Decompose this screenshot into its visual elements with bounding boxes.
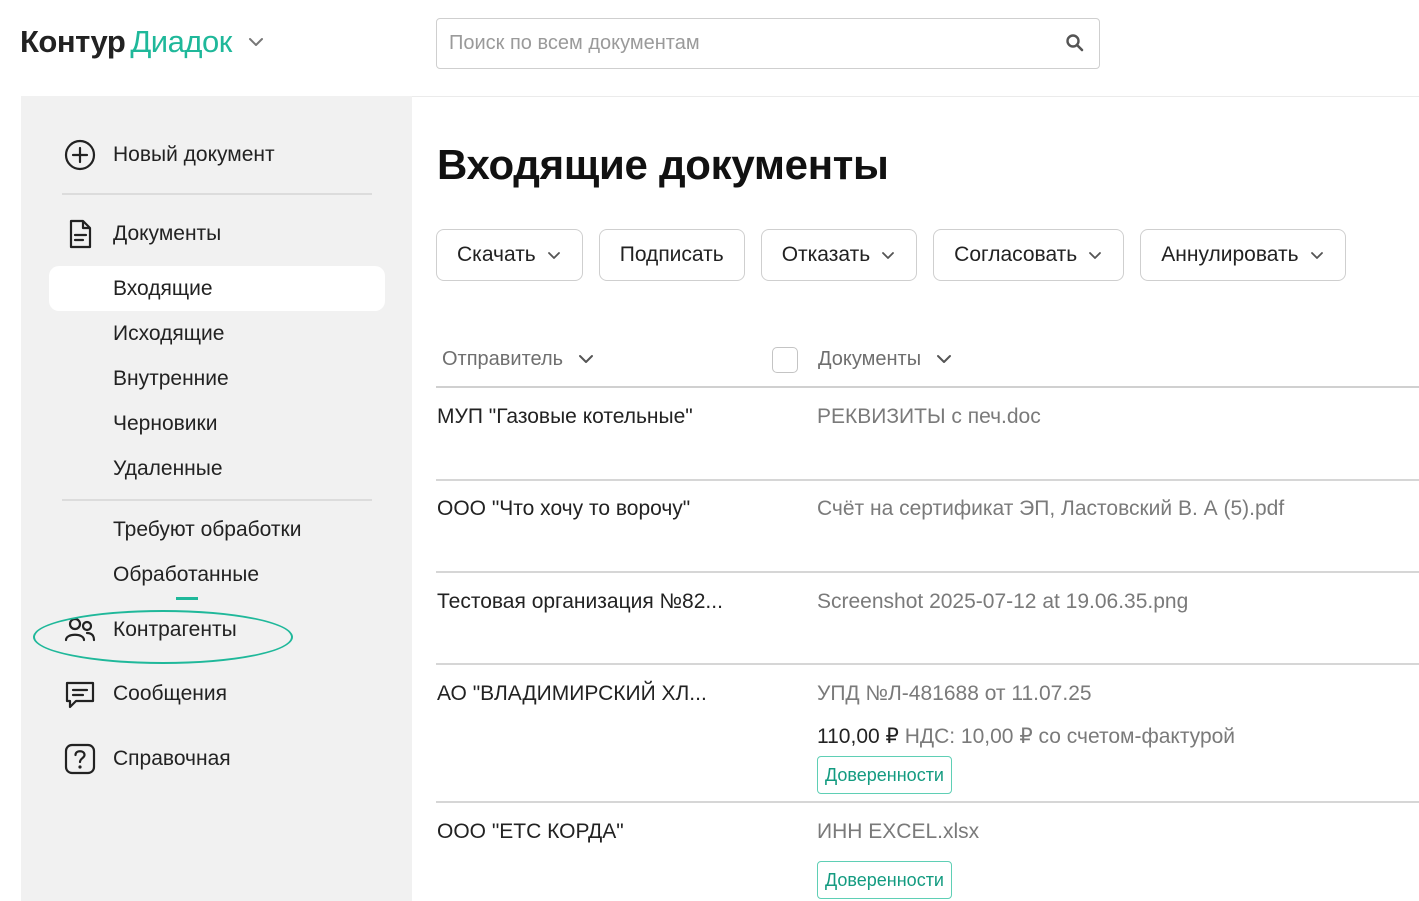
row-document-name[interactable]: Screenshot 2025-07-12 at 19.06.35.png [817,590,1188,614]
row-sender: ООО "ЕТС КОРДА" [437,820,624,843]
new-document-label: Новый документ [113,143,275,166]
internal-label: Внутренние [113,366,229,390]
row-sender: ООО "Что хочу то ворочу" [437,497,691,520]
row-vat: НДС: 10,00 ₽ со счетом-фактурой [898,725,1236,748]
sidebar-item-counterparties[interactable]: Контрагенты [21,607,412,653]
search-input[interactable] [449,19,1049,67]
refuse-label: Отказать [781,243,871,266]
sidebar-item-documents[interactable]: Документы [21,211,412,257]
sidebar-item-help[interactable]: Справочная [21,736,412,782]
sidebar-item-drafts[interactable]: Черновики [49,401,385,446]
row-sender: АО "ВЛАДИМИРСКИЙ ХЛ... [437,682,707,705]
power-of-attorney-badge[interactable]: Доверенности [817,861,952,899]
counterparties-label: Контрагенты [113,618,237,641]
sidebar-item-processed[interactable]: Обработанные [49,552,385,597]
app-logo[interactable]: Контур Диадок [20,24,266,60]
new-document-button[interactable]: Новый документ [21,132,412,178]
logo-product: Диадок [130,24,232,59]
logo-brand: Контур [20,24,126,59]
users-icon [63,613,97,647]
chevron-down-icon [547,252,560,259]
sidebar-item-internal[interactable]: Внутренние [49,356,385,401]
row-document-name[interactable]: УПД №Л-481688 от 11.07.25 [817,682,1092,706]
row-amount: 110,00 ₽ [817,725,899,748]
drafts-label: Черновики [113,411,218,435]
incoming-label: Входящие [113,276,213,300]
search-box [436,18,1100,69]
row-divider [436,801,1419,803]
plus-circle-icon [63,138,97,172]
annul-button[interactable]: Аннулировать [1140,229,1346,281]
main-content: Входящие документы Скачать Подписать Отк… [412,96,1419,901]
chevron-down-icon[interactable] [246,32,266,52]
sidebar-item-deleted[interactable]: Удаленные [49,446,385,491]
requires-processing-label: Требуют обработки [113,517,302,541]
power-of-attorney-badge[interactable]: Доверенности [817,756,952,794]
row-sender: Тестовая организация №82... [437,590,723,613]
search-icon[interactable] [1065,33,1085,53]
sender-column-header[interactable]: Отправитель [442,342,595,376]
message-icon [63,677,97,711]
action-toolbar: Скачать Подписать Отказать Согласовать А… [436,229,1346,281]
highlight-annotation-stroke [176,597,198,600]
app-header: Контур Диадок [0,0,1419,96]
sidebar-item-outgoing[interactable]: Исходящие [49,311,385,356]
messages-label: Сообщения [113,682,227,705]
sign-button[interactable]: Подписать [598,229,745,281]
processed-label: Обработанные [113,562,259,586]
select-all-checkbox[interactable] [772,347,798,373]
download-button[interactable]: Скачать [436,229,583,281]
row-divider [436,571,1419,573]
sidebar-item-incoming[interactable]: Входящие [49,266,385,311]
row-document-name[interactable]: Счёт на сертификат ЭП, Ластовский В. А (… [817,497,1284,521]
chevron-down-icon [1089,252,1102,259]
sidebar-divider [62,193,372,195]
deleted-label: Удаленные [113,456,223,480]
sidebar-divider [62,499,372,501]
help-icon [63,742,97,776]
row-document-name[interactable]: РЕКВИЗИТЫ с печ.doc [817,405,1041,429]
sender-column-label: Отправитель [442,347,564,370]
annul-label: Аннулировать [1161,243,1299,266]
sidebar-item-requires-processing[interactable]: Требуют обработки [49,507,385,552]
download-label: Скачать [457,243,536,266]
approve-button[interactable]: Согласовать [933,229,1125,281]
approve-label: Согласовать [954,243,1078,266]
page-title: Входящие документы [437,141,889,188]
chevron-down-icon [937,355,952,363]
outgoing-label: Исходящие [113,321,225,345]
row-sender: МУП "Газовые котельные" [437,405,693,428]
documents-label: Документы [113,222,222,245]
row-document-summary: 110,00 ₽ НДС: 10,00 ₽ со счетом-фактурой [817,724,1235,749]
chevron-down-icon [1310,252,1323,259]
documents-column-label: Документы [818,347,922,370]
chevron-down-icon [579,355,594,363]
row-divider [436,479,1419,481]
sign-label: Подписать [619,243,724,266]
help-label: Справочная [113,747,231,770]
refuse-button[interactable]: Отказать [760,229,918,281]
sidebar: Новый документ Документы Входящие Исходя… [21,96,412,901]
row-divider [436,663,1419,665]
row-document-name[interactable]: ИНН EXCEL.xlsx [817,820,979,844]
documents-column-header[interactable]: Документы [818,342,953,376]
document-icon [63,217,97,251]
chevron-down-icon [882,252,895,259]
table-header-divider [436,386,1419,388]
sidebar-item-messages[interactable]: Сообщения [21,671,412,717]
